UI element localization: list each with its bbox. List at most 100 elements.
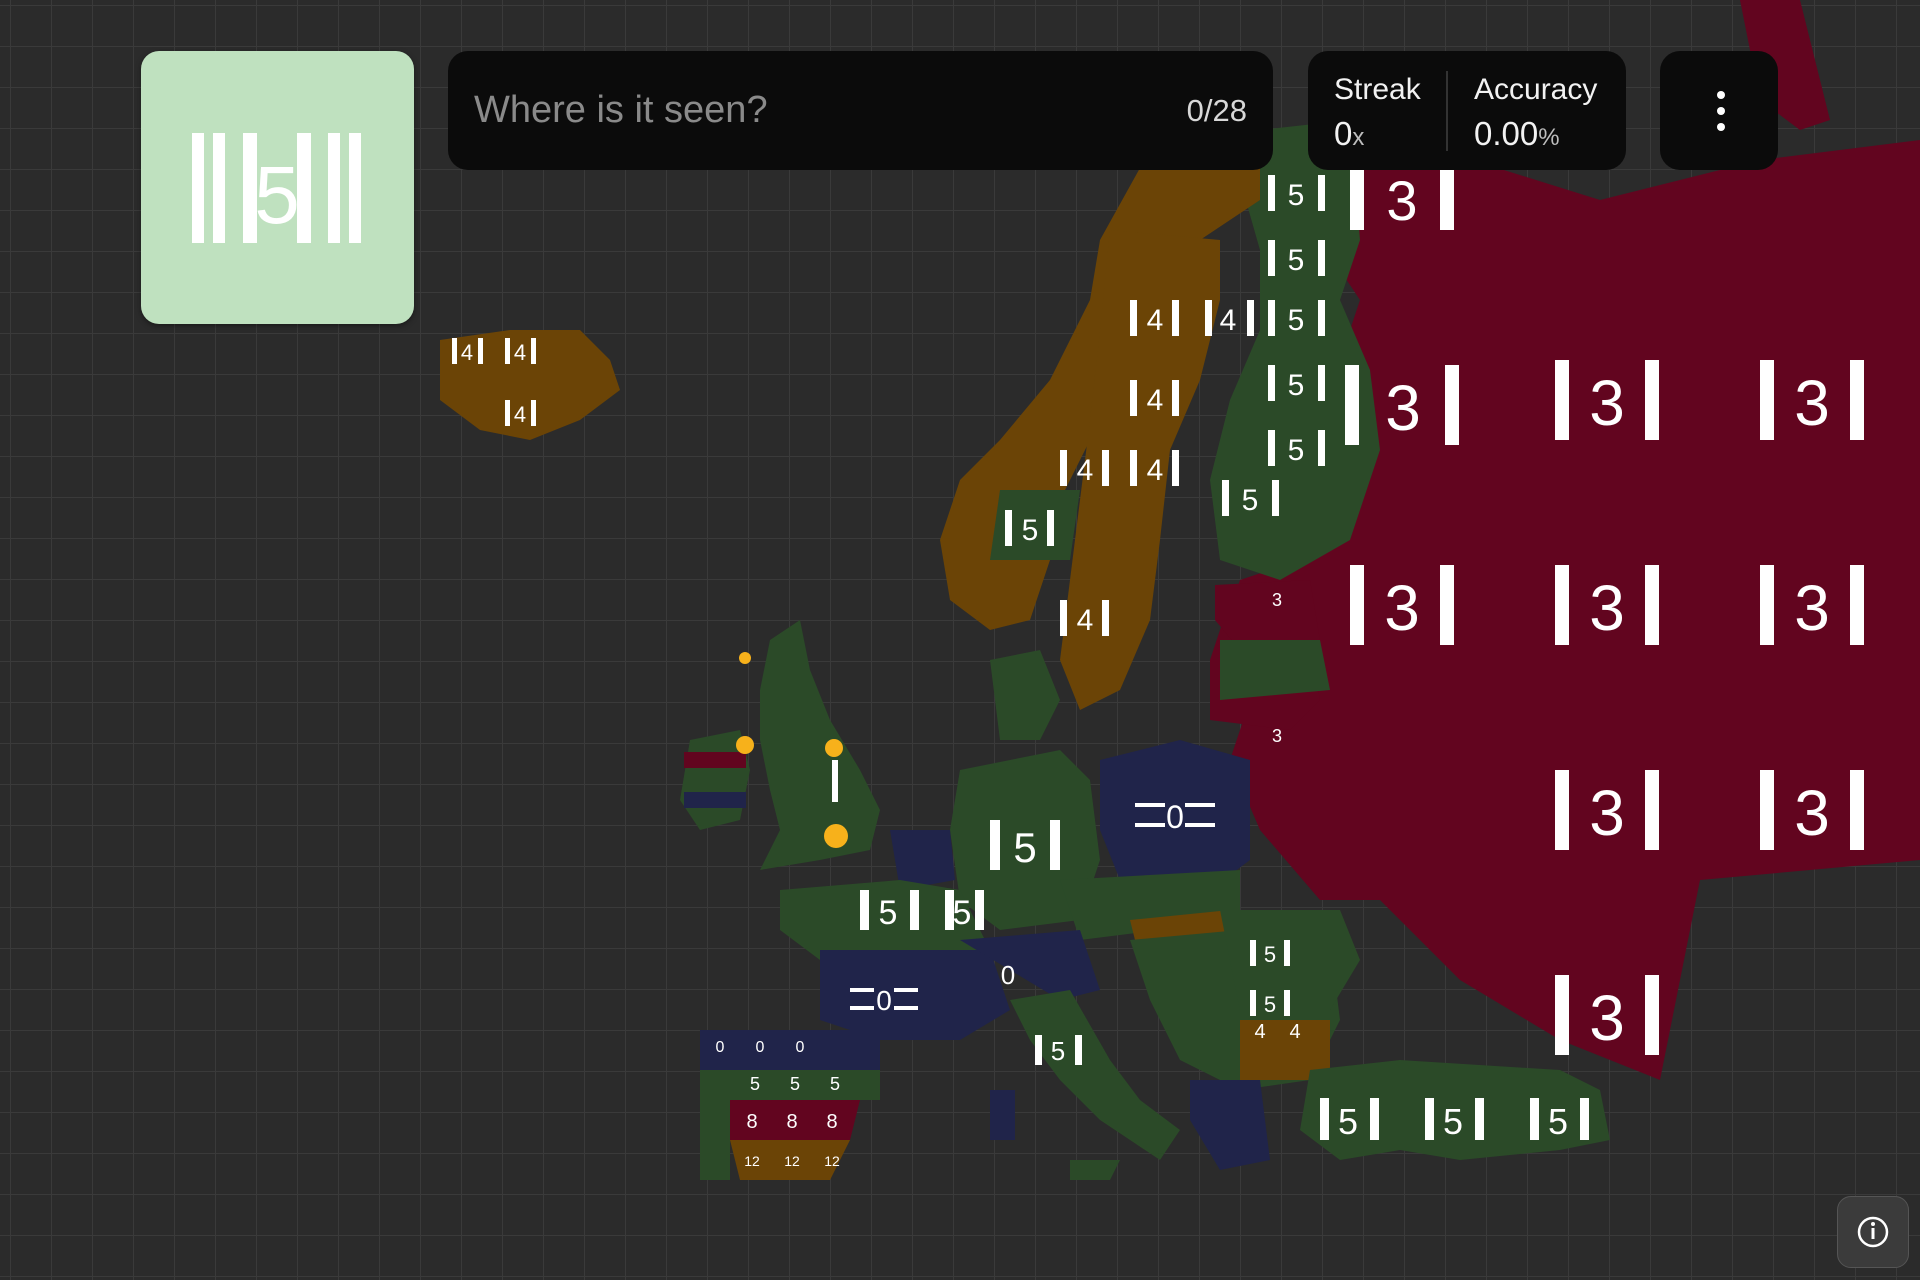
sign-5: 5	[790, 1074, 800, 1094]
svg-text:3: 3	[1272, 590, 1282, 610]
svg-text:4: 4	[1077, 454, 1094, 487]
kebab-menu-icon	[1717, 123, 1725, 131]
svg-text:4: 4	[461, 340, 473, 365]
marker-dot[interactable]	[736, 736, 754, 754]
accuracy-label: Accuracy	[1474, 73, 1598, 106]
search-bar[interactable]: Where is it seen? 0/28	[448, 51, 1273, 170]
svg-text:4: 4	[1147, 304, 1164, 337]
svg-text:0: 0	[1166, 799, 1184, 835]
region-sardinia[interactable]	[990, 1090, 1015, 1140]
svg-text:5: 5	[1264, 942, 1276, 967]
sign-5: 5	[860, 890, 919, 932]
sign-3: 3	[1272, 726, 1282, 746]
region-france-south[interactable]	[820, 950, 1010, 1040]
marker-dot[interactable]	[824, 824, 848, 848]
svg-text:8: 8	[786, 1111, 797, 1133]
sign-5: 5	[1320, 1098, 1379, 1142]
svg-text:5: 5	[1288, 244, 1305, 277]
sign-4: 4	[505, 338, 536, 365]
ireland-stripe-maroon	[684, 752, 746, 768]
sign-0: 0	[796, 1039, 805, 1056]
sign-4: 4	[1289, 1021, 1300, 1043]
sign-5: 5	[750, 1074, 760, 1094]
svg-text:0: 0	[796, 1039, 805, 1056]
stats-panel: Streak 0x Accuracy 0.00%	[1308, 51, 1626, 170]
sign-8: 8	[746, 1111, 757, 1133]
svg-text:0: 0	[876, 985, 892, 1016]
svg-text:5: 5	[790, 1074, 800, 1094]
svg-text:5: 5	[1264, 992, 1276, 1017]
sign-12: 12	[784, 1153, 800, 1169]
search-placeholder[interactable]: Where is it seen?	[474, 89, 768, 132]
svg-text:3: 3	[1589, 777, 1625, 849]
info-icon	[1857, 1216, 1889, 1248]
svg-text:3: 3	[1589, 367, 1625, 439]
region-portugal[interactable]	[700, 1100, 730, 1180]
svg-text:4: 4	[1147, 384, 1164, 417]
accuracy-value: 0.00%	[1474, 115, 1560, 153]
sign-4: 4	[452, 338, 483, 365]
streak-label: Streak	[1334, 73, 1421, 106]
svg-text:3: 3	[1794, 572, 1830, 644]
sign-12: 12	[824, 1153, 840, 1169]
streak-value: 0x	[1334, 115, 1364, 153]
svg-text:8: 8	[826, 1111, 837, 1133]
svg-text:4: 4	[514, 402, 526, 427]
svg-text:5: 5	[1242, 484, 1259, 517]
sign-4: 4	[505, 400, 536, 427]
marker-line	[832, 760, 838, 802]
svg-text:5: 5	[1013, 824, 1036, 871]
svg-text:3: 3	[1589, 572, 1625, 644]
svg-text:4: 4	[514, 340, 526, 365]
svg-text:4: 4	[1289, 1021, 1300, 1043]
svg-text:5: 5	[1022, 514, 1039, 547]
menu-button[interactable]	[1660, 51, 1778, 170]
marker-dot[interactable]	[825, 739, 843, 757]
sign-3: 3	[1272, 590, 1282, 610]
streak-number: 0	[1334, 115, 1353, 152]
stats-divider	[1446, 71, 1448, 151]
svg-text:0: 0	[716, 1039, 725, 1056]
svg-text:3: 3	[1589, 982, 1625, 1054]
sign-5: 5	[830, 1074, 840, 1094]
svg-text:4: 4	[1254, 1021, 1265, 1043]
svg-text:5: 5	[1051, 1036, 1065, 1066]
svg-text:4: 4	[1147, 454, 1164, 487]
svg-text:5: 5	[1288, 179, 1305, 212]
marker-dot[interactable]	[739, 652, 751, 664]
sign-4: 4	[1254, 1021, 1265, 1043]
svg-text:5: 5	[1288, 369, 1305, 402]
sign-0: 0	[756, 1039, 765, 1056]
svg-text:5: 5	[1338, 1101, 1358, 1142]
sample-sign-number: 5	[254, 150, 300, 241]
region-estonia[interactable]	[1220, 640, 1330, 700]
sign-5: 5	[1250, 990, 1290, 1017]
svg-text:3: 3	[1384, 572, 1420, 644]
sign-8: 8	[826, 1111, 837, 1133]
sign-5: 5	[945, 890, 984, 932]
sign-5: 5	[1425, 1098, 1484, 1142]
svg-text:12: 12	[784, 1153, 800, 1169]
ireland-stripe-navy	[684, 792, 746, 808]
region-spain-navy[interactable]	[700, 1030, 880, 1070]
svg-text:5: 5	[830, 1074, 840, 1094]
svg-text:8: 8	[746, 1111, 757, 1133]
svg-text:5: 5	[953, 894, 972, 932]
svg-text:4: 4	[1220, 304, 1237, 337]
speed-sign-5-icon: 5	[192, 133, 361, 243]
kebab-menu-icon	[1717, 107, 1725, 115]
svg-text:12: 12	[744, 1153, 760, 1169]
sign-0: 0	[1001, 960, 1015, 990]
svg-text:5: 5	[1548, 1101, 1568, 1142]
svg-text:5: 5	[1288, 304, 1305, 337]
sign-12: 12	[744, 1153, 760, 1169]
sign-8: 8	[786, 1111, 797, 1133]
svg-text:3: 3	[1794, 367, 1830, 439]
svg-text:3: 3	[1794, 777, 1830, 849]
svg-text:5: 5	[1288, 434, 1305, 467]
svg-text:3: 3	[1386, 169, 1417, 232]
streak-unit: x	[1352, 124, 1365, 151]
svg-text:5: 5	[879, 894, 898, 932]
progress-counter: 0/28	[1186, 93, 1247, 128]
info-button[interactable]	[1837, 1196, 1909, 1268]
